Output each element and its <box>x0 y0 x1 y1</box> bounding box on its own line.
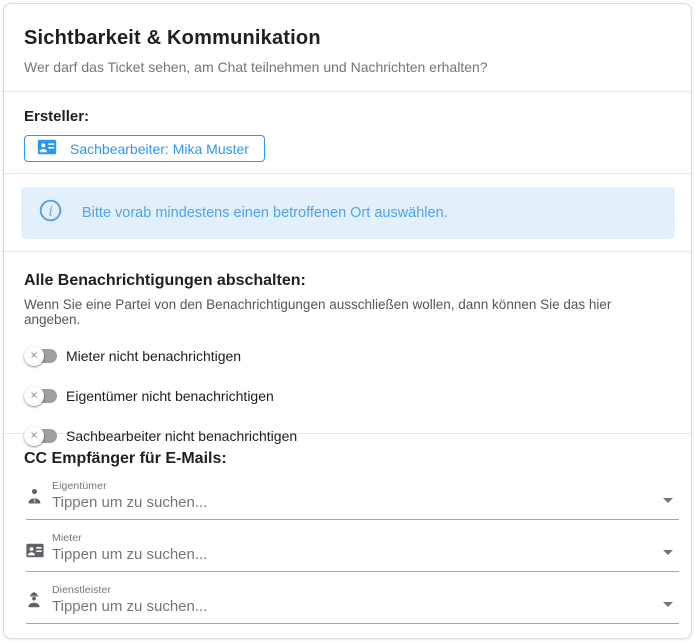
id-card-icon <box>37 139 57 158</box>
info-banner-section: i Bitte vorab mindestens einen betroffen… <box>4 173 691 251</box>
toggle-sachbearbeiter[interactable]: × <box>24 426 57 446</box>
worker-icon <box>26 591 42 615</box>
info-icon: i <box>39 199 62 227</box>
svg-text:i: i <box>49 204 53 219</box>
toggle-off-x-icon: × <box>24 426 44 446</box>
cc-field-placeholder: Tippen um zu suchen... <box>52 494 208 511</box>
toggle-off-x-icon: × <box>24 386 44 406</box>
chevron-down-icon[interactable] <box>663 550 673 555</box>
toggle-row-mieter: × Mieter nicht benachrichtigen <box>24 345 671 367</box>
cc-field-label: Eigentümer <box>52 480 107 492</box>
cc-recipients-section: CC Empfänger für E-Mails: Eigentümer Tip… <box>4 433 691 638</box>
creator-chip-label: Sachbearbeiter: Mika Muster <box>70 140 249 157</box>
info-banner: i Bitte vorab mindestens einen betroffen… <box>21 187 675 239</box>
page-title: Sichtbarkeit & Kommunikation <box>24 27 321 49</box>
notifications-section: Alle Benachrichtigungen abschalten: Wenn… <box>4 251 691 446</box>
creator-chip-button[interactable]: Sachbearbeiter: Mika Muster <box>24 135 265 162</box>
cc-field-eigentuemer[interactable]: Eigentümer Tippen um zu suchen... <box>26 478 679 520</box>
visibility-communication-card: Sichtbarkeit & Kommunikation Wer darf da… <box>3 3 692 639</box>
page-subtitle: Wer darf das Ticket sehen, am Chat teiln… <box>24 59 488 75</box>
cc-field-placeholder: Tippen um zu suchen... <box>52 598 208 615</box>
cc-field-placeholder: Tippen um zu suchen... <box>52 546 208 563</box>
chevron-down-icon[interactable] <box>663 602 673 607</box>
toggle-off-x-icon: × <box>24 346 44 366</box>
cc-title: CC Empfänger für E-Mails: <box>24 450 227 467</box>
notifications-subtitle: Wenn Sie eine Partei von den Benachricht… <box>24 297 612 327</box>
notifications-title: Alle Benachrichtigungen abschalten: <box>24 272 306 289</box>
toggle-row-eigentuemer: × Eigentümer nicht benachrichtigen <box>24 385 671 407</box>
toggle-mieter[interactable]: × <box>24 346 57 366</box>
id-card-icon <box>26 543 44 563</box>
creator-section: Ersteller: Sachbearbeiter: Mika Muster <box>4 91 691 173</box>
toggle-label: Mieter nicht benachrichtigen <box>66 348 242 364</box>
cc-field-label: Dienstleister <box>52 584 112 596</box>
person-icon <box>26 487 43 511</box>
info-banner-text: Bitte vorab mindestens einen betroffenen… <box>82 205 448 221</box>
cc-field-dienstleister[interactable]: Dienstleister Tippen um zu suchen... <box>26 582 679 624</box>
chevron-down-icon[interactable] <box>663 498 673 503</box>
toggle-label: Eigentümer nicht benachrichtigen <box>66 388 274 404</box>
toggle-eigentuemer[interactable]: × <box>24 386 57 406</box>
header-section: Sichtbarkeit & Kommunikation Wer darf da… <box>4 4 691 91</box>
cc-field-label: Mieter <box>52 532 82 544</box>
toggle-label: Sachbearbeiter nicht benachrichtigen <box>66 428 298 444</box>
cc-field-mieter[interactable]: Mieter Tippen um zu suchen... <box>26 530 679 572</box>
creator-label: Ersteller: <box>24 108 90 125</box>
